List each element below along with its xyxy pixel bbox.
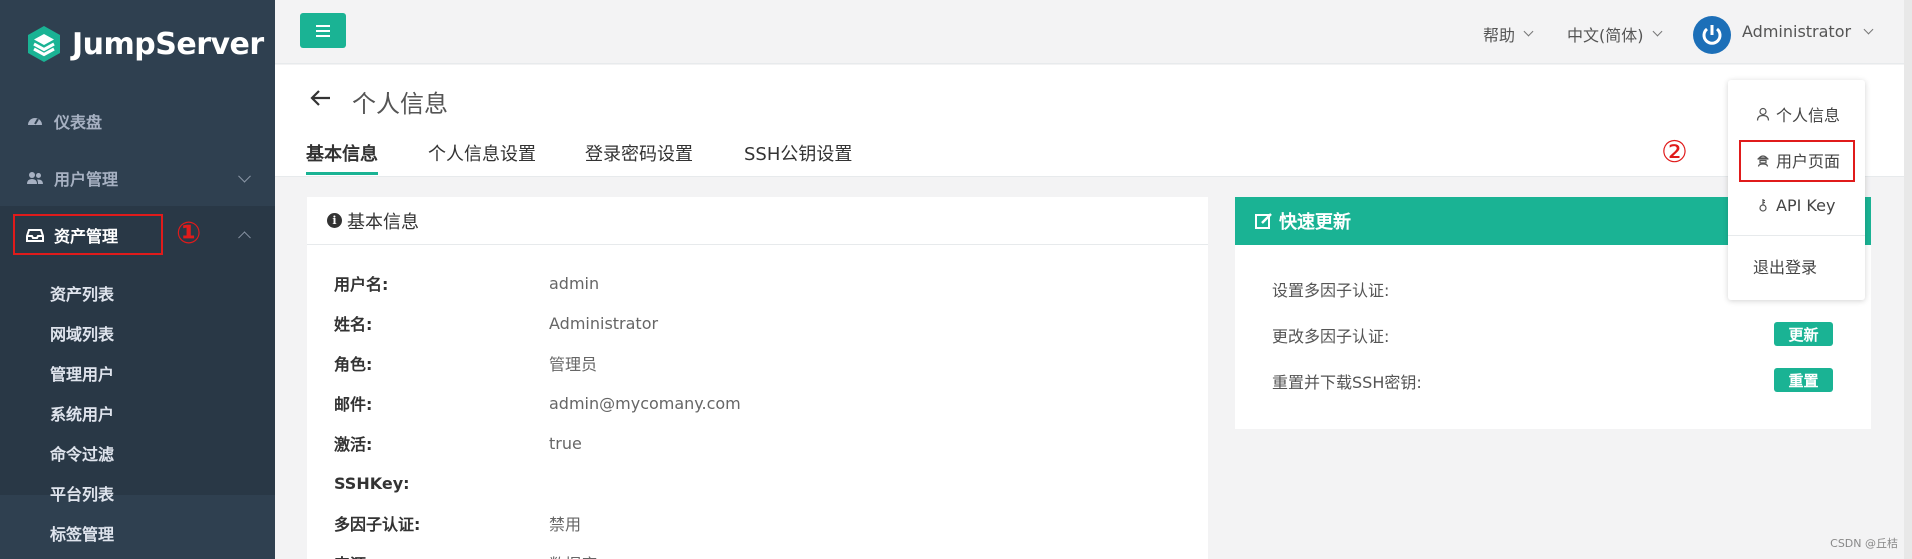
power-logo-icon <box>1702 25 1722 45</box>
panel-title: 快速更新 <box>1279 212 1351 233</box>
panel-title: 基本信息 <box>347 211 419 233</box>
info-value: 数据库 <box>549 551 597 559</box>
jumpserver-logo-icon <box>28 26 60 62</box>
submenu-item-system-users[interactable]: 系统用户 <box>0 393 275 433</box>
toggle-sidebar-button[interactable] <box>300 13 346 48</box>
submenu-item-admin-users[interactable]: 管理用户 <box>0 353 275 393</box>
menu-divider <box>1728 235 1865 236</box>
info-value: true <box>549 433 582 453</box>
info-row: SSHKey: <box>334 471 549 495</box>
hamburger-icon <box>316 24 330 27</box>
info-row: 邮件: admin@mycomany.com <box>334 391 741 415</box>
info-key: 激活: <box>334 435 373 454</box>
annotation-1: ① <box>176 216 202 251</box>
submenu-item-command-filter[interactable]: 命令过滤 <box>0 433 275 473</box>
page-title: 个人信息 <box>352 90 448 118</box>
chevron-down-icon <box>238 169 251 183</box>
info-key: SSHKey: <box>334 473 410 493</box>
info-row: 多因子认证: 禁用 <box>334 511 581 535</box>
tab-profile-settings[interactable]: 个人信息设置 <box>428 140 536 166</box>
tab-basic-info[interactable]: 基本信息 <box>306 140 378 166</box>
panel-heading: i 基本信息 <box>307 197 1208 245</box>
dashboard-icon <box>28 117 42 125</box>
submenu-item-domain-list[interactable]: 网域列表 <box>0 313 275 353</box>
info-row: 角色: 管理员 <box>334 351 597 375</box>
info-key: 来源: <box>334 551 549 559</box>
back-arrow-icon[interactable] <box>310 88 332 108</box>
basic-info-panel: i 基本信息 用户名: admin 姓名: Administrator 角色: … <box>307 197 1208 559</box>
highlight-box-assets <box>13 214 163 255</box>
user-dropdown-menu: 个人信息 用户页面 API Key 退出登录 <box>1728 80 1865 300</box>
help-dropdown[interactable]: 帮助 <box>1483 22 1534 46</box>
nav-item-label: 用户管理 <box>54 169 119 189</box>
chevron-up-icon <box>238 230 251 244</box>
annotation-2: ② <box>1661 135 1688 170</box>
info-value: 管理员 <box>549 355 598 374</box>
key-icon <box>1759 199 1767 212</box>
quick-update-row-label: 设置多因子认证: <box>1272 281 1390 300</box>
scrollbar[interactable] <box>1904 0 1912 559</box>
info-value: admin@mycomany.com <box>549 393 741 413</box>
sidebar: JumpServer 仪表盘 用户管理 资产管理 ① 资产列表 网域列表 管理用… <box>0 0 275 559</box>
tab-password-settings[interactable]: 登录密码设置 <box>585 140 693 166</box>
menu-item-logout[interactable]: 退出登录 <box>1728 247 1865 285</box>
watermark: CSDN @丘桔 <box>1830 537 1898 550</box>
active-tab-indicator <box>306 172 378 175</box>
info-value: Administrator <box>549 313 659 333</box>
tab-ssh-key-settings[interactable]: SSH公钥设置 <box>744 140 852 166</box>
avatar[interactable] <box>1693 16 1731 54</box>
users-icon <box>27 171 43 184</box>
chevron-down-icon <box>1652 26 1662 37</box>
submenu-item-platform-list[interactable]: 平台列表 <box>0 473 275 513</box>
menu-item-profile[interactable]: 个人信息 <box>1728 95 1865 133</box>
language-dropdown[interactable]: 中文(简体) <box>1567 22 1662 46</box>
nav-item-dashboard[interactable]: 仪表盘 <box>0 92 275 149</box>
submenu-item-label-management[interactable]: 标签管理 <box>0 513 275 553</box>
info-icon: i <box>327 213 342 228</box>
info-row: 姓名: Administrator <box>334 311 658 335</box>
submenu-item-asset-list[interactable]: 资产列表 <box>0 273 275 313</box>
asset-submenu: 资产列表 网域列表 管理用户 系统用户 命令过滤 平台列表 标签管理 <box>0 263 275 544</box>
user-dropdown[interactable]: Administrator <box>1742 22 1874 41</box>
highlight-box-user-page <box>1739 140 1855 182</box>
info-value: 禁用 <box>549 515 582 534</box>
info-row: 激活: true <box>334 431 582 455</box>
nav-item-label: 仪表盘 <box>54 112 103 132</box>
menu-item-label: 个人信息 <box>1776 106 1841 125</box>
user-name: Administrator <box>1742 22 1852 41</box>
info-row: 来源: 数据库 <box>334 551 597 559</box>
chevron-down-icon <box>1863 24 1874 34</box>
menu-item-label: API Key <box>1776 195 1836 215</box>
info-key: 角色: <box>334 355 373 374</box>
language-label: 中文(简体) <box>1567 26 1644 45</box>
logo-text: JumpServer <box>72 26 264 62</box>
menu-item-api-key[interactable]: API Key <box>1728 186 1865 224</box>
edit-icon <box>1255 213 1272 229</box>
nav-item-users[interactable]: 用户管理 <box>0 149 275 206</box>
info-key: 多因子认证: <box>334 515 421 534</box>
update-mfa-button[interactable]: 更新 <box>1774 322 1833 346</box>
info-key: 姓名: <box>334 315 373 334</box>
top-navbar <box>275 0 1912 64</box>
reset-ssh-key-button[interactable]: 重置 <box>1774 368 1833 392</box>
quick-update-row-label: 重置并下载SSH密钥: <box>1272 373 1422 392</box>
user-icon <box>1756 107 1770 121</box>
info-key: 用户名: <box>334 275 389 294</box>
info-value: admin <box>549 273 600 293</box>
nav-item-assets[interactable]: 资产管理 ① <box>0 206 275 263</box>
chevron-down-icon <box>1523 26 1534 37</box>
logo[interactable]: JumpServer <box>0 0 275 88</box>
quick-update-row-label: 更改多因子认证: <box>1272 327 1390 346</box>
info-key: 邮件: <box>334 395 373 414</box>
info-row: 用户名: admin <box>334 271 599 295</box>
help-label: 帮助 <box>1483 26 1516 45</box>
